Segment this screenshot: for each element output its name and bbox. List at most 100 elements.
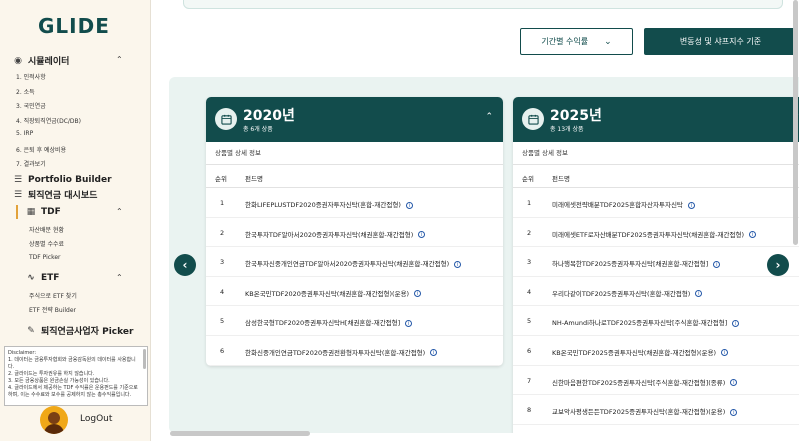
table-row[interactable]: 6 한화신중개인연금TDF2020증권전환형자투자신탁(혼합-재간접형) i — [206, 336, 503, 366]
fund-name-text: 교보악사평생든든TDF2025증권투자신탁(혼합-재간접형)(운용) — [552, 408, 726, 417]
tdf-item-fees[interactable]: 상품별 수수료 — [29, 239, 64, 248]
horizontal-scrollbar[interactable] — [170, 431, 310, 436]
app-logo[interactable]: GLIDE — [38, 14, 110, 38]
table-row[interactable]: 8 교보악사평생든든TDF2025증권투자신탁(혼합-재간접형)(운용) i — [513, 395, 799, 425]
tdf-item-picker[interactable]: TDF Picker — [29, 254, 61, 261]
nav-provider-picker[interactable]: ✎ 퇴직연금사업자 Picker — [26, 324, 134, 338]
avatar[interactable] — [40, 406, 68, 434]
chevron-up-icon[interactable]: ⌃ — [116, 273, 123, 282]
table-row[interactable]: 2 미래에셋ETF로자산배분TDF2025증권자투자신탁(채권혼합-재간접형) i — [513, 218, 799, 248]
sim-step-5[interactable]: 5. IRP — [16, 130, 33, 137]
fund-name: NH-Amundi하나로TDF2025증권투자신탁[주식혼합-재간접형] i — [552, 317, 740, 328]
etf-item-builder[interactable]: ETF 전략 Builder — [29, 305, 76, 314]
fund-name: 미래에셋ETF로자산배분TDF2025증권자투자신탁(채권혼합-재간접형) i — [552, 229, 757, 239]
vertical-scrollbar[interactable] — [793, 0, 798, 245]
info-icon[interactable]: i — [687, 201, 695, 209]
info-icon[interactable]: i — [713, 260, 721, 268]
pen-icon: ✎ — [27, 325, 35, 336]
nav-tdf[interactable]: ▦ TDF — [26, 207, 61, 217]
period-returns-dropdown[interactable]: 기간별 수익률 ⌄ — [520, 28, 633, 55]
fund-name: 한화LIFEPLUSTDF2020증권자투자신탁(혼합-재간접형) i — [245, 199, 413, 209]
info-icon[interactable]: i — [749, 231, 757, 239]
table-row[interactable]: 1 한화LIFEPLUSTDF2020증권자투자신탁(혼합-재간접형) i — [206, 188, 503, 218]
col-rank-header: 순위 — [522, 175, 534, 183]
list-icon: ☰ — [13, 175, 23, 185]
nav-simulator[interactable]: ◉ 시뮬레이터 — [13, 54, 69, 68]
info-icon[interactable]: i — [730, 408, 738, 416]
fund-name: 한국투자TDF알아서2020증권자투자신탁(채권혼합-재간접형) i — [245, 229, 426, 239]
chevron-up-icon[interactable]: ⌃ — [485, 112, 493, 122]
disclaimer-box[interactable]: Disclaimer: 1. 데이터는 금융투자협회와 금융감독원의 데이터를 … — [4, 346, 148, 406]
table-row[interactable]: 4 우리다같이TDF2025증권투자신탁(혼합-재간접형) i — [513, 277, 799, 307]
info-icon[interactable]: i — [695, 290, 703, 298]
table-row[interactable]: 1 미래에셋전략배분TDF2025혼합자산자투자신탁 i — [513, 188, 799, 218]
rank: 5 — [220, 317, 225, 326]
info-icon[interactable]: i — [430, 349, 438, 357]
fund-name-text: 하나행복한TDF2025증권자투자신탁[채권혼합-재간접형] — [552, 260, 709, 269]
nav-portfolio-builder[interactable]: ☰ Portfolio Builder — [13, 175, 112, 185]
rank: 1 — [220, 199, 225, 207]
rank: 7 — [527, 376, 532, 385]
info-icon[interactable]: i — [732, 319, 740, 327]
disclaimer-scrollbar[interactable] — [143, 349, 146, 369]
rank: 4 — [527, 287, 532, 296]
table-row[interactable]: 3 하나행복한TDF2025증권자투자신탁[채권혼합-재간접형] i — [513, 247, 799, 277]
nav-provider-picker-label: 퇴직연금사업자 Picker — [41, 327, 134, 337]
info-icon[interactable]: i — [405, 201, 413, 209]
vintage-card-2020: 2020년 총 6개 상품 ⌃ 상품별 상세 정보 순위 펀드명 1 한화LIFE… — [206, 97, 503, 366]
chevron-up-icon[interactable]: ⌃ — [116, 55, 123, 64]
binoculars-icon: ◉ — [14, 55, 22, 66]
card-year: 2020년 — [243, 108, 295, 124]
info-icon[interactable]: i — [405, 319, 413, 327]
chevron-up-icon[interactable]: ⌃ — [116, 207, 123, 216]
card-header[interactable]: 2025년 총 13개 상품 ⌃ — [513, 97, 799, 142]
period-returns-label: 기간별 수익률 — [541, 37, 589, 46]
table-row[interactable]: 5 NH-Amundi하나로TDF2025증권투자신탁[주식혼합-재간접형] i — [513, 306, 799, 336]
rank: 2 — [220, 228, 225, 237]
table-row[interactable]: 4 KB온국민TDF2020증권투자신탁(채권혼합-재간접형)(운용) i — [206, 277, 503, 307]
fund-name-text: 신한마음편한TDF2025증권투자신탁[주식혼합-재간접형](종류) — [552, 378, 726, 387]
table-row[interactable]: 2 한국투자TDF알아서2020증권자투자신탁(채권혼합-재간접형) i — [206, 218, 503, 248]
fund-name: 우리다같이TDF2025증권투자신탁(혼합-재간접형) i — [552, 288, 703, 298]
etf-item-find[interactable]: 주식으로 ETF 찾기 — [29, 291, 77, 300]
fund-name-text: 우리다같이TDF2025증권투자신탁(혼합-재간접형) — [552, 289, 691, 298]
table-row[interactable]: 6 KB온국민TDF2025증권투자신탁(채권혼합-재간접형)(운용) i — [513, 336, 799, 366]
nav-portfolio-builder-label: Portfolio Builder — [28, 175, 112, 185]
carousel-prev-button[interactable]: ‹ — [174, 254, 196, 276]
table-row[interactable]: 5 삼성한국형TDF2020증권투자신탁H[채권혼합-재간접형] i — [206, 306, 503, 336]
logout-button[interactable]: LogOut — [80, 414, 112, 424]
carousel-next-button[interactable]: › — [767, 254, 789, 276]
fund-name-text: NH-Amundi하나로TDF2025증권투자신탁[주식혼합-재간접형] — [552, 319, 728, 328]
chevron-down-icon: ⌄ — [604, 36, 612, 47]
sim-step-1[interactable]: 1. 인적사항 — [16, 72, 46, 81]
sim-step-7[interactable]: 7. 결과보기 — [16, 159, 46, 168]
info-icon[interactable]: i — [414, 290, 422, 298]
fund-name: 한화신중개인연금TDF2020증권전환형자투자신탁(혼합-재간접형) i — [245, 347, 438, 357]
table-row[interactable]: 3 한국투자신중개인연금TDF알아서2020증권자투자신탁(채권혼합-재간접형) i — [206, 247, 503, 277]
info-icon[interactable]: i — [721, 349, 729, 357]
table-row[interactable]: 7 신한마음편한TDF2025증권투자신탁[주식혼합-재간접형](종류) i — [513, 366, 799, 396]
card-header[interactable]: 2020년 총 6개 상품 ⌃ — [206, 97, 503, 142]
disclaimer-text: Disclaimer: 1. 데이터는 금융투자협회와 금융감독원의 데이터를 … — [8, 350, 138, 398]
tdf-item-allocation[interactable]: 자산배분 현황 — [29, 225, 64, 234]
rank: 5 — [527, 317, 532, 326]
sim-step-3[interactable]: 3. 국민연금 — [16, 101, 46, 110]
nav-etf[interactable]: ∿ ETF — [26, 273, 59, 283]
sim-step-4[interactable]: 4. 직장퇴직연금(DC/DB) — [16, 116, 81, 125]
avatar-body — [44, 424, 64, 434]
fund-name-text: KB온국민TDF2025증권투자신탁(채권혼합-재간접형)(운용) — [552, 348, 717, 357]
sim-step-2[interactable]: 2. 소득 — [16, 87, 35, 96]
col-fund-header: 펀드명 — [552, 175, 570, 183]
table-header: 순위 펀드명 — [513, 165, 799, 188]
volatility-sharpe-button[interactable]: 변동성 및 샤프지수 기준 — [644, 28, 797, 55]
list-icon: ☰ — [13, 189, 23, 200]
card-count: 총 13개 상품 — [550, 126, 584, 133]
fund-name: 하나행복한TDF2025증권자투자신탁[채권혼합-재간접형] i — [552, 258, 721, 269]
nav-dashboard[interactable]: ☰ 퇴직연금 대시보드 — [13, 188, 97, 202]
info-icon[interactable]: i — [730, 379, 738, 387]
sim-step-6[interactable]: 6. 은퇴 후 예상비용 — [16, 145, 66, 154]
info-icon[interactable]: i — [454, 260, 462, 268]
col-rank-header: 순위 — [215, 175, 227, 183]
fund-name: 교보악사평생든든TDF2025증권투자신탁(혼합-재간접형)(운용) i — [552, 406, 738, 417]
info-icon[interactable]: i — [418, 231, 426, 239]
